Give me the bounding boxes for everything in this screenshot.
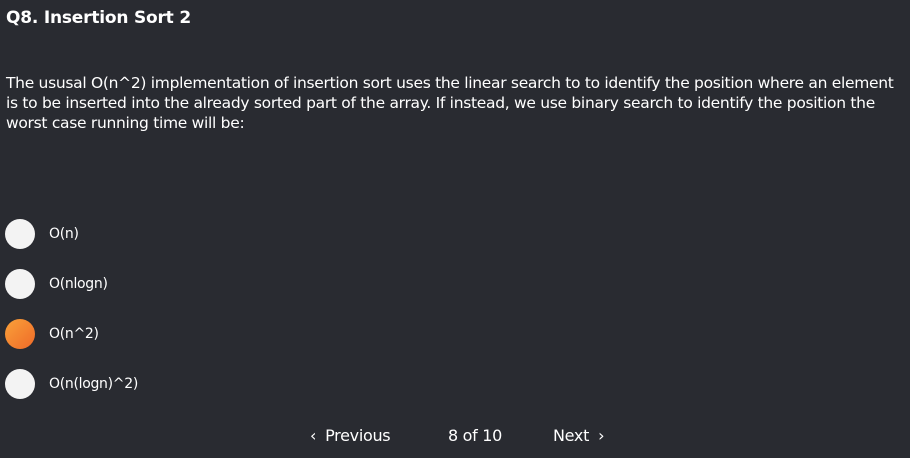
option-o-n-squared[interactable]: O(n^2) [5, 309, 305, 359]
radio-button[interactable] [5, 269, 35, 299]
option-o-n-logn-squared[interactable]: O(n(logn)^2) [5, 359, 305, 409]
option-label: O(nlogn) [49, 276, 108, 292]
question-title: Q8. Insertion Sort 2 [6, 8, 191, 28]
option-label: O(n) [49, 226, 79, 242]
pagination-nav: ‹ Previous 8 of 10 Next › [0, 426, 910, 446]
option-o-nlogn[interactable]: O(nlogn) [5, 259, 305, 309]
chevron-left-icon: ‹ [310, 426, 317, 445]
next-button[interactable]: Next › [553, 426, 604, 445]
question-text: The ususal O(n^2) implementation of inse… [6, 74, 894, 132]
question-counter: 8 of 10 [448, 426, 503, 445]
chevron-right-icon: › [598, 426, 605, 445]
previous-label: Previous [325, 426, 391, 445]
option-o-n[interactable]: O(n) [5, 209, 305, 259]
next-label: Next [553, 426, 590, 445]
radio-button-selected[interactable] [5, 319, 35, 349]
radio-button[interactable] [5, 369, 35, 399]
radio-button[interactable] [5, 219, 35, 249]
answer-options: O(n) O(nlogn) O(n^2) O(n(logn)^2) [5, 209, 305, 409]
option-label: O(n^2) [49, 326, 99, 342]
previous-button[interactable]: ‹ Previous [310, 426, 391, 445]
option-label: O(n(logn)^2) [49, 376, 138, 392]
